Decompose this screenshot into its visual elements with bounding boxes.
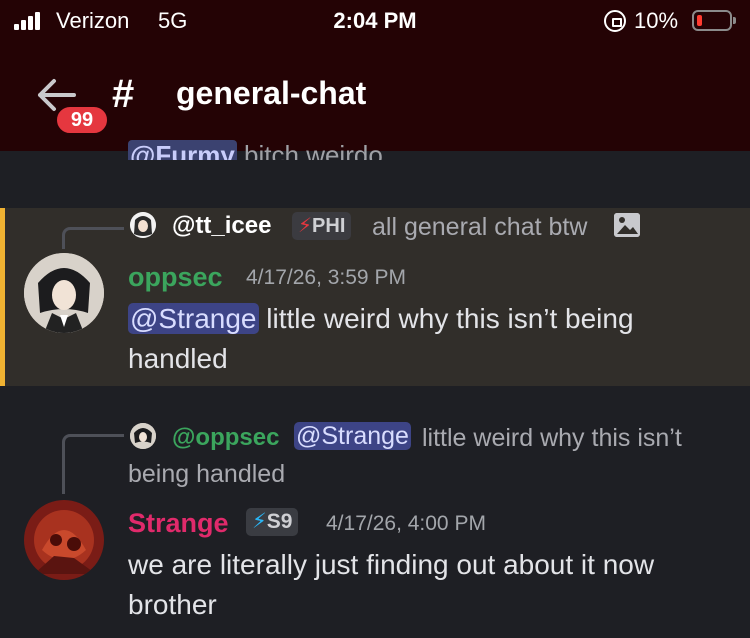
timestamp: 4/17/26, 3:59 PM (246, 266, 406, 289)
message-body: @Strange little weird why this isn’t bei… (128, 299, 728, 379)
reply-avatar (130, 212, 156, 238)
server-tag-chip: ⚡PHI (292, 212, 352, 240)
server-tag-chip: ⚡S9 (246, 508, 299, 536)
orientation-lock-icon (604, 10, 626, 32)
reply-user-mention[interactable]: @Strange (294, 422, 411, 450)
battery-percent: 10% (634, 8, 679, 33)
unread-badge: 99 (54, 104, 110, 136)
reply-snippet-line2[interactable]: being handled (128, 460, 285, 489)
avatar[interactable] (24, 253, 104, 333)
message-body: we are literally just finding out about … (128, 545, 738, 625)
message-text-line1: we are literally just finding out about … (128, 549, 655, 580)
timestamp: 4/17/26, 4:00 PM (326, 512, 486, 535)
message-text-line2: handled (128, 343, 228, 374)
user-mention[interactable]: @Strange (128, 303, 259, 334)
reply-username[interactable]: @tt_icee (172, 212, 271, 240)
status-bar: Verizon 5G 2:04 PM 10% (0, 0, 750, 42)
message-text-line1: little weird why this isn’t being (266, 303, 634, 334)
lightning-icon: ⚡ (298, 215, 313, 237)
partial-message: @Furmy bitch weirdo (128, 140, 383, 160)
channel-title[interactable]: general-chat (176, 75, 366, 112)
partial-text: bitch weirdo (244, 140, 383, 160)
server-tag-label: S9 (266, 510, 293, 533)
author-name[interactable]: oppsec (128, 262, 223, 293)
reply-avatar (130, 423, 156, 449)
image-icon (614, 213, 640, 237)
reply-mention[interactable]: @Strange (294, 422, 411, 451)
reply-connector (62, 434, 124, 494)
reply-snippet-line1[interactable]: little weird why this isn’t (422, 424, 682, 453)
partial-mention[interactable]: @Furmy (128, 140, 237, 160)
hash-icon: # (112, 72, 135, 116)
reply-connector (62, 227, 124, 249)
lightning-icon: ⚡ (252, 510, 267, 533)
server-tag-label: PHI (312, 215, 346, 237)
avatar[interactable] (24, 500, 104, 580)
reply-username[interactable]: @oppsec (172, 424, 279, 452)
battery-icon (692, 10, 736, 31)
message-text-line2: brother (128, 589, 217, 620)
mention-highlight-bar (0, 208, 5, 386)
reply-snippet[interactable]: all general chat btw (372, 213, 587, 242)
author-name[interactable]: Strange (128, 508, 229, 539)
